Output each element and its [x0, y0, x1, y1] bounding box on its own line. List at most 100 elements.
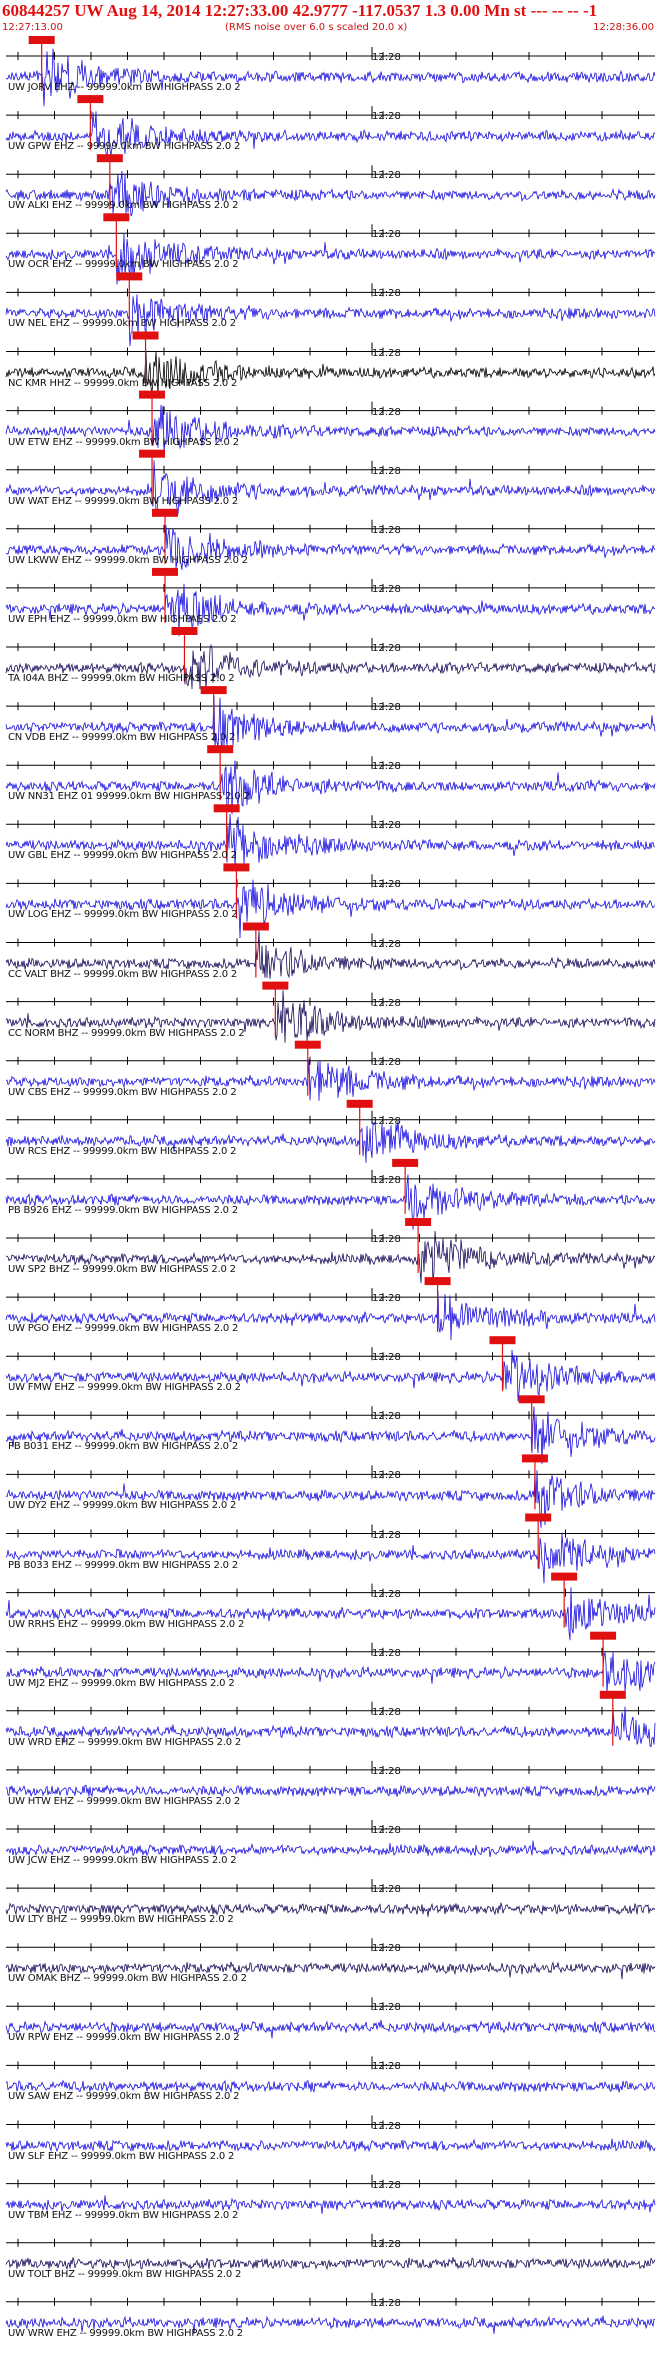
tick-label: 12:28	[372, 524, 401, 536]
seismogram-panel: 12:28 UW JORV EHZ -- 99999.0km BW HIGHPAS…	[0, 0, 660, 2378]
axis-ticks	[17, 874, 639, 888]
axis-ticks	[17, 1524, 639, 1538]
station-label: UW WRW EHZ -- 99999.0km BW HIGHPASS 2.0 …	[8, 2327, 243, 2339]
station-label: CN VDB EHZ -- 99999.0km BW HIGHPASS 2.0 …	[8, 732, 236, 744]
axis-ticks	[17, 1229, 639, 1242]
tick-label: 12:28	[372, 1706, 401, 1718]
waveform-trace	[5, 460, 656, 518]
axis-ticks	[17, 1406, 639, 1420]
station-label: UW OCR EHZ -- 99999.0km BW HIGHPASS 2.0 …	[8, 259, 239, 271]
station-label: UW JCW EHZ -- 99999.0km BW HIGHPASS 2.0 …	[8, 1855, 237, 1866]
tick-label: 12:28	[372, 1588, 401, 1600]
station-label: NC KMR HHZ -- 99999.0km BW HIGHPASS 2.0 …	[8, 377, 238, 389]
waveform-trace	[5, 583, 656, 637]
tick-label: 12:28	[372, 1352, 401, 1364]
tick-label: 12:28	[372, 2120, 401, 2132]
waveform-trace	[5, 760, 656, 815]
station-label: CC VALT BHZ -- 99999.0km BW HIGHPASS 2.0…	[8, 968, 237, 980]
station-label: UW SAW EHZ -- 99999.0km BW HIGHPASS 2.0 …	[8, 2091, 240, 2103]
tick-label: 12:28	[372, 2002, 401, 2014]
waveform-trace	[5, 1470, 656, 1528]
station-label: UW LOG EHZ -- 99999.0km BW HIGHPASS 2.0 …	[8, 909, 238, 921]
axis-ticks	[17, 1997, 639, 2011]
station-label: UW TOLT BHZ -- 99999.0km BW HIGHPASS 2.0…	[8, 2268, 242, 2280]
tick-label: 12:28	[372, 1884, 401, 1896]
axis-ticks	[17, 1169, 639, 1183]
axis-ticks	[17, 165, 639, 179]
tick-label: 12:28	[372, 1234, 401, 1245]
axis-ticks	[17, 1642, 639, 1656]
axis-ticks	[17, 1701, 639, 1715]
tick-label: 12:28	[372, 1943, 401, 1955]
traces-svg	[5, 36, 656, 2334]
tick-label: 12:28	[372, 229, 401, 241]
station-label: UW ALKI EHZ -- 99999.0km BW HIGHPASS 2.0…	[8, 200, 239, 212]
tick-label: 12:28	[372, 2061, 401, 2073]
tick-label: 12:28	[372, 997, 401, 1009]
tick-label: 12:28	[372, 879, 401, 891]
waveform-trace	[5, 1230, 656, 1286]
axis-ticks	[17, 1051, 639, 1065]
axis-ticks	[17, 756, 639, 770]
tick-label: 12:28	[372, 761, 401, 773]
tick-label: 12:28	[372, 1056, 401, 1068]
tick-label: 12:28	[372, 2179, 401, 2191]
waveform-trace	[5, 1349, 656, 1402]
axis-ticks	[17, 933, 639, 947]
axis-ticks	[17, 638, 639, 651]
tick-label: 12:28	[372, 820, 401, 832]
axis-ticks	[17, 1347, 639, 1361]
station-label: CC NORM BHZ -- 99999.0km BW HIGHPASS 2.0…	[8, 1027, 245, 1039]
station-label: UW PGO EHZ -- 99999.0km BW HIGHPASS 2.0 …	[8, 1323, 239, 1335]
axis-ticks	[17, 519, 639, 533]
tick-label: 12:28	[372, 643, 401, 654]
station-label: UW GBL EHZ -- 99999.0km BW HIGHPASS 2.0 …	[8, 850, 237, 862]
axis-ticks	[17, 1760, 639, 1774]
axis-ticks	[17, 2233, 639, 2247]
axis-ticks	[17, 697, 639, 711]
station-label: TA I04A BHZ -- 99999.0km BW HIGHPASS 2.0…	[8, 673, 235, 684]
tick-label: 12:28	[372, 2297, 401, 2309]
station-label: UW LKWW EHZ -- 99999.0km BW HIGHPASS 2.0…	[8, 554, 248, 566]
tick-label: 12:28	[372, 347, 401, 359]
station-label: UW CBS EHZ -- 99999.0km BW HIGHPASS 2.0 …	[8, 1086, 237, 1098]
axis-ticks	[17, 106, 639, 120]
tick-label: 12:28	[372, 52, 401, 63]
tick-label: 12:28	[372, 938, 401, 950]
tick-label: 12:28	[372, 1115, 401, 1127]
axis-ticks	[17, 401, 639, 415]
waveform-trace	[5, 1587, 656, 1641]
tick-label: 12:28	[372, 1174, 401, 1186]
axis-ticks	[17, 2292, 639, 2306]
tick-label: 12:28	[372, 288, 401, 300]
tick-label: 12:28	[372, 702, 401, 714]
axis-ticks	[17, 1110, 639, 1124]
axis-ticks	[17, 1583, 639, 1597]
station-label: UW WRD EHZ -- 99999.0km BW HIGHPASS 2.0 …	[8, 1736, 242, 1748]
station-label: UW MJ2 EHZ -- 99999.0km BW HIGHPASS 2.0 …	[8, 1677, 235, 1689]
tick-label: 12:28	[372, 465, 401, 477]
station-label: UW OMAK BHZ -- 99999.0km BW HIGHPASS 2.0…	[8, 1973, 247, 1985]
axis-ticks	[17, 2174, 639, 2188]
waveform-trace	[5, 2138, 656, 2153]
station-label: UW NEL EHZ -- 99999.0km BW HIGHPASS 2.0 …	[8, 318, 236, 330]
axis-ticks	[17, 224, 639, 238]
axis-ticks	[17, 342, 639, 356]
station-label: UW EPH EHZ -- 99999.0km BW HIGHPASS 2.0 …	[8, 613, 237, 625]
axis-ticks	[17, 1288, 639, 1302]
axis-ticks	[17, 2056, 639, 2070]
station-label: PB B033 EHZ -- 99999.0km BW HIGHPASS 2.0…	[8, 1559, 238, 1571]
station-label: UW JORV EHZ -- 99999.0km BW HIGHPASS 2.0…	[8, 82, 241, 93]
station-label: UW RRHS EHZ -- 99999.0km BW HIGHPASS 2.0…	[8, 1618, 245, 1630]
station-label: UW RPW EHZ -- 99999.0km BW HIGHPASS 2.0 …	[8, 2032, 240, 2044]
tick-label: 12:28	[372, 1470, 401, 1482]
axis-ticks	[17, 578, 639, 592]
station-label: UW HTW EHZ -- 99999.0km BW HIGHPASS 2.0 …	[8, 1795, 241, 1807]
station-label: UW DY2 EHZ -- 99999.0km BW HIGHPASS 2.0 …	[8, 1500, 237, 1512]
waveform-trace	[5, 2257, 656, 2271]
station-label: UW TBM EHZ -- 99999.0km BW HIGHPASS 2.0 …	[8, 2209, 239, 2221]
tick-label: 12:28	[372, 111, 401, 123]
tick-label: 12:28	[372, 583, 401, 595]
waveform-trace	[5, 350, 656, 396]
axis-ticks	[17, 1820, 639, 1833]
